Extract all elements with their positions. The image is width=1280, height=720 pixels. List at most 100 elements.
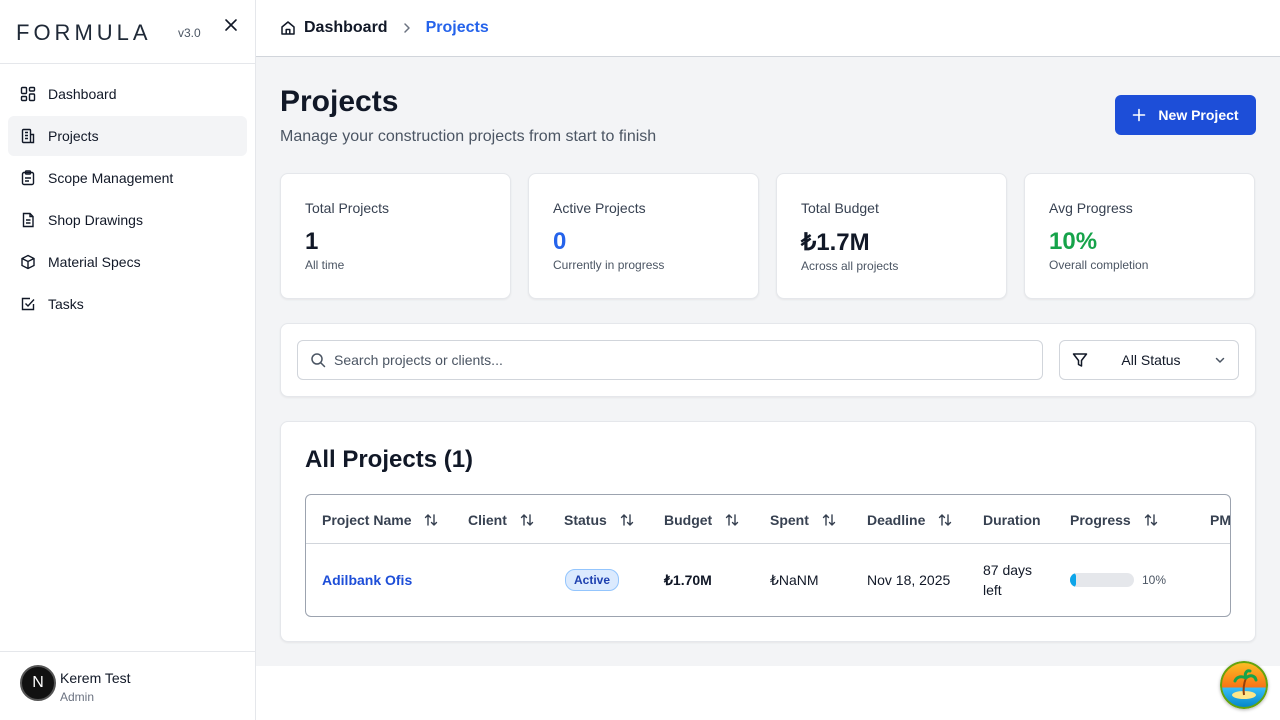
app-version: v3.0 <box>178 26 201 40</box>
user-role: Admin <box>60 690 95 704</box>
status-filter-select[interactable]: All Status <box>1059 340 1239 380</box>
clipboard-icon <box>20 170 36 186</box>
app-logo[interactable]: FORMULA <box>16 20 152 46</box>
projects-table-card: All Projects (1) Project Name Client Sta… <box>280 421 1256 642</box>
table-row[interactable]: Adilbank Ofis Active ₺1.70M ₺NaNM Nov 18… <box>306 544 1230 616</box>
user-name: Kerem Test <box>60 670 131 686</box>
project-link[interactable]: Adilbank Ofis <box>322 572 412 588</box>
stat-label: Active Projects <box>553 200 646 216</box>
status-badge: Active <box>565 569 620 591</box>
column-label: Duration <box>983 511 1041 528</box>
column-label: Project Name <box>322 511 412 528</box>
duration-suffix: left <box>983 582 1002 598</box>
column-header-status[interactable]: Status <box>564 495 635 544</box>
sidebar-item-scope-management[interactable]: Scope Management <box>8 158 247 198</box>
sidebar-item-label: Material Specs <box>48 254 141 270</box>
breadcrumb-home-label: Dashboard <box>304 19 388 36</box>
sort-icon[interactable] <box>519 512 535 528</box>
cell-status: Active <box>565 544 620 616</box>
column-label: PM <box>1210 511 1231 528</box>
stat-label: Avg Progress <box>1049 200 1133 216</box>
filter-bar: All Status <box>280 323 1256 397</box>
column-label: Deadline <box>867 511 926 528</box>
sort-icon[interactable] <box>821 512 837 528</box>
stat-subtext: Across all projects <box>801 259 899 273</box>
stat-value: 1 <box>305 228 319 255</box>
new-project-button[interactable]: New Project <box>1115 95 1256 135</box>
column-header-spent[interactable]: Spent <box>770 495 837 544</box>
chevron-right-icon <box>402 22 412 34</box>
column-header-deadline[interactable]: Deadline <box>867 495 953 544</box>
stat-subtext: All time <box>305 258 345 272</box>
stat-card-total-projects: Total Projects 1 All time <box>280 173 511 299</box>
sidebar-item-dashboard[interactable]: Dashboard <box>8 74 247 114</box>
search-icon <box>310 352 334 368</box>
sidebar-item-label: Dashboard <box>48 86 117 102</box>
column-label: Client <box>468 511 507 528</box>
sidebar-item-label: Scope Management <box>48 170 174 186</box>
column-header-project-name[interactable]: Project Name <box>322 495 439 544</box>
brand-header: FORMULA v3.0 <box>0 0 255 64</box>
stats-row: Total Projects 1 All time Active Project… <box>280 173 1255 299</box>
cell-progress: 10% <box>1070 544 1166 616</box>
projects-table[interactable]: Project Name Client Status Budget Spent <box>305 494 1231 617</box>
table-title: All Projects (1) <box>305 446 474 473</box>
home-icon <box>280 20 304 36</box>
stat-label: Total Budget <box>801 200 879 216</box>
building-icon <box>20 128 36 144</box>
stat-value: ₺1.7M <box>801 229 870 256</box>
breadcrumb-current: Projects <box>425 19 489 36</box>
sidebar-item-projects[interactable]: Projects <box>8 116 247 156</box>
column-header-progress[interactable]: Progress <box>1070 495 1159 544</box>
column-header-duration: Duration <box>983 495 1041 544</box>
progress-text: 10% <box>1142 573 1167 587</box>
stat-card-total-budget: Total Budget ₺1.7M Across all projects <box>776 173 1007 299</box>
progress-bar <box>1070 573 1134 587</box>
breadcrumb-dashboard-link[interactable]: Dashboard <box>280 19 388 37</box>
stat-label: Total Projects <box>305 200 390 216</box>
table-header: Project Name Client Status Budget Spent <box>306 495 1230 544</box>
stat-card-active-projects: Active Projects 0 Currently in progress <box>528 173 759 299</box>
package-icon <box>20 254 36 270</box>
cell-deadline: Nov 18, 2025 <box>867 572 951 588</box>
sidebar-item-material-specs[interactable]: Material Specs <box>8 242 247 282</box>
checkbox-icon <box>20 296 36 312</box>
chevron-down-icon <box>1214 354 1226 366</box>
search-input[interactable] <box>334 352 1014 368</box>
plus-icon <box>1132 108 1158 122</box>
sidebar-item-label: Projects <box>48 128 99 144</box>
column-label: Spent <box>770 511 809 528</box>
cell-project-name[interactable]: Adilbank Ofis <box>322 544 412 616</box>
main-content: Projects Manage your construction projec… <box>256 57 1280 666</box>
page-title: Projects <box>280 85 399 118</box>
cell-duration: 87 days left <box>983 544 1032 616</box>
column-label: Budget <box>664 511 713 528</box>
column-header-pm[interactable]: PM <box>1210 495 1231 544</box>
close-sidebar-icon[interactable] <box>222 16 240 34</box>
new-project-label: New Project <box>1158 107 1239 123</box>
sidebar-item-shop-drawings[interactable]: Shop Drawings <box>8 200 247 240</box>
sidebar: FORMULA v3.0 Dashboard Projects Scope Ma… <box>0 0 256 720</box>
column-header-budget[interactable]: Budget <box>664 495 740 544</box>
column-header-client[interactable]: Client <box>468 495 535 544</box>
duration-days: 87 days <box>983 562 1033 578</box>
stat-subtext: Currently in progress <box>553 258 665 272</box>
column-label: Status <box>564 511 607 528</box>
page-subtitle: Manage your construction projects from s… <box>280 128 657 145</box>
filter-icon <box>1072 352 1088 368</box>
status-filter-value: All Status <box>1121 352 1181 368</box>
stat-value: 0 <box>553 228 567 255</box>
sort-icon[interactable] <box>937 512 953 528</box>
sort-icon[interactable] <box>423 512 439 528</box>
search-box[interactable] <box>297 340 1043 380</box>
sidebar-item-tasks[interactable]: Tasks <box>8 284 247 324</box>
avatar[interactable]: N <box>20 665 56 701</box>
assistant-fab-icon[interactable] <box>1220 661 1268 709</box>
stat-value: 10% <box>1049 228 1098 255</box>
sort-icon[interactable] <box>619 512 635 528</box>
cell-budget: ₺1.70M <box>664 571 712 588</box>
sort-icon[interactable] <box>1143 512 1159 528</box>
document-icon <box>20 212 36 228</box>
user-profile[interactable]: N Kerem Test Admin <box>0 651 255 720</box>
sort-icon[interactable] <box>724 512 740 528</box>
